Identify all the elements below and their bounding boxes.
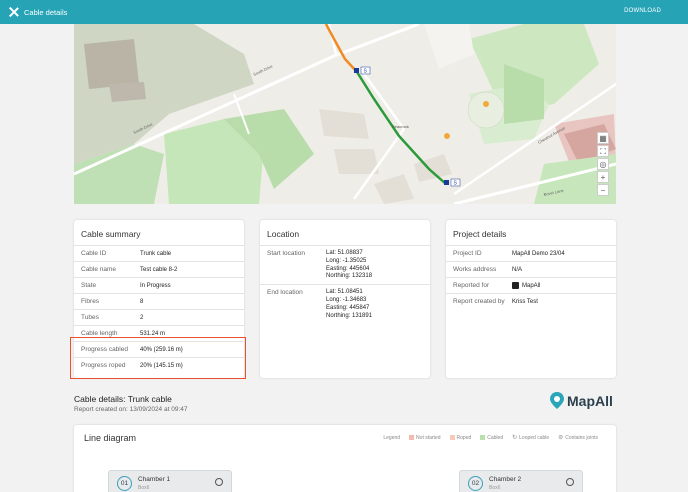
progress-highlight-box [70, 337, 246, 379]
chamber-card[interactable]: 01 Chamber 1 Box6 [108, 470, 232, 492]
line-diagram-card: Line diagram Legend Not started Roped Ca… [74, 425, 616, 492]
row-label: Cable length [81, 330, 118, 337]
logo-text: MapAll [567, 392, 613, 409]
mapall-logo: MapAll [550, 392, 613, 409]
row-label: Works address [453, 266, 497, 273]
row-value: N/A [512, 266, 523, 273]
map-view[interactable]: S S South Drive South Drive Seacrook Che… [74, 24, 616, 204]
row-label: Report created by [453, 298, 505, 305]
location-card: Location Start location Lat: 51.08837 Lo… [260, 220, 430, 378]
start-lat: Lat: 51.08837 [326, 250, 363, 256]
end-easting: Easting: 445847 [326, 304, 370, 311]
legend-label: Contains joints [565, 434, 598, 441]
legend-label: Not started [416, 434, 441, 441]
chamber-subtitle: Box6 [138, 485, 150, 491]
project-details-card: Project details Project ID MapAll Demo 23… [446, 220, 616, 378]
table-row: Project ID MapAll Demo 23/04 [446, 245, 616, 261]
row-label: Cable name [81, 266, 117, 273]
table-row: Reported for MapAll [446, 277, 616, 293]
legend-title: Legend [383, 434, 401, 441]
not-started-swatch [409, 435, 415, 440]
close-icon[interactable] [9, 7, 19, 17]
chamber-joint-icon [215, 478, 223, 486]
page-title: Cable details [24, 7, 68, 17]
legend-label: Roped [456, 434, 472, 441]
chamber-card[interactable]: 02 Chamber 2 Box6 [459, 470, 583, 492]
start-easting: Easting: 445604 [326, 265, 370, 272]
chamber-number: 01 [117, 476, 132, 491]
end-lat: Lat: 51.08451 [326, 289, 363, 296]
zoom-out-button[interactable]: − [597, 184, 609, 196]
row-value: Trunk cable [140, 250, 172, 257]
project-details-title: Project details [453, 229, 507, 239]
row-value: Kriss Test [512, 298, 538, 305]
table-row: Tubes 2 [74, 309, 244, 325]
legend-item: Roped [449, 434, 472, 441]
row-label: End location [267, 289, 303, 297]
map-pin-icon [550, 392, 564, 409]
end-location-value: Lat: 51.08451 Long: -1.34683 Easting: 44… [326, 289, 372, 320]
row-value: In Progress [140, 282, 171, 289]
row-value: 8 [140, 298, 144, 305]
table-row: Cable ID Trunk cable [74, 245, 244, 261]
start-long: Long: -1.35025 [326, 257, 367, 264]
row-value: MapAll Demo 23/04 [512, 250, 565, 257]
chamber-name: Chamber 1 [138, 476, 171, 483]
cable-details-title: Cable details: Trunk cable [74, 394, 172, 404]
chamber-subtitle: Box6 [489, 485, 501, 491]
qr-icon[interactable]: ▦ [597, 132, 609, 144]
chamber-joint-icon [566, 478, 574, 486]
row-value: 2 [140, 314, 144, 321]
legend-item: Cabled [480, 435, 503, 441]
map-controls: ▦ ⛶ ◎ + − [597, 132, 609, 196]
loop-icon: ↻ [512, 435, 518, 441]
locate-icon[interactable]: ◎ [597, 158, 609, 170]
row-value: Test cable 8-2 [140, 266, 178, 273]
chamber-name: Chamber 2 [489, 476, 522, 483]
end-long: Long: -1.34683 [326, 296, 367, 303]
legend-label: Cabled [487, 434, 504, 441]
start-location-value: Lat: 51.08837 Long: -1.35025 Easting: 44… [326, 250, 372, 281]
table-row: Report created by Kriss Test [446, 293, 616, 309]
zoom-in-button[interactable]: + [597, 171, 609, 183]
row-label: Cable ID [81, 250, 107, 257]
start-northing: Northing: 132318 [326, 273, 373, 280]
row-label: Start location [267, 250, 305, 257]
end-northing: Northing: 131891 [326, 312, 373, 319]
mapall-logo-icon [512, 282, 519, 289]
table-row: Fibres 8 [74, 293, 244, 309]
download-button[interactable]: DOWNLOAD [624, 8, 661, 14]
cabled-swatch [480, 435, 486, 440]
joint-icon: ⊜ [558, 435, 564, 441]
top-bar: Cable details DOWNLOAD [0, 0, 688, 24]
roped-swatch [449, 435, 455, 440]
legend: Legend Not started Roped Cabled ↻ Looped … [383, 434, 598, 442]
end-location-row: End location Lat: 51.08451 Long: -1.3468… [260, 284, 430, 323]
row-label: Fibres [81, 298, 100, 305]
row-label: Reported for [453, 282, 490, 289]
legend-label: Looped cable [519, 434, 550, 441]
svg-text:Seacrook: Seacrook [392, 124, 409, 129]
table-row: Cable name Test cable 8-2 [74, 261, 244, 277]
fullscreen-icon[interactable]: ⛶ [597, 145, 609, 157]
map-canvas[interactable]: S S South Drive South Drive Seacrook Che… [74, 24, 616, 204]
legend-item: Not started [409, 434, 441, 441]
chamber-number: 02 [468, 476, 483, 491]
reported-for-value: MapAll [522, 282, 541, 289]
start-location-row: Start location Lat: 51.08837 Long: -1.35… [260, 245, 430, 284]
table-row: State In Progress [74, 277, 244, 293]
row-label: Project ID [453, 250, 482, 257]
row-label: Tubes [81, 314, 99, 321]
legend-item: ↻ Looped cable [512, 434, 550, 442]
location-title: Location [267, 229, 300, 239]
row-value: MapAll [512, 282, 540, 289]
report-created-date: Report created on: 13/09/2024 at 09:47 [74, 406, 188, 413]
cable-summary-title: Cable summary [81, 229, 141, 239]
table-row: Works address N/A [446, 261, 616, 277]
row-value: 531.24 m [140, 330, 166, 337]
row-label: State [81, 282, 97, 289]
legend-item: ⊜ Contains joints [558, 434, 598, 442]
